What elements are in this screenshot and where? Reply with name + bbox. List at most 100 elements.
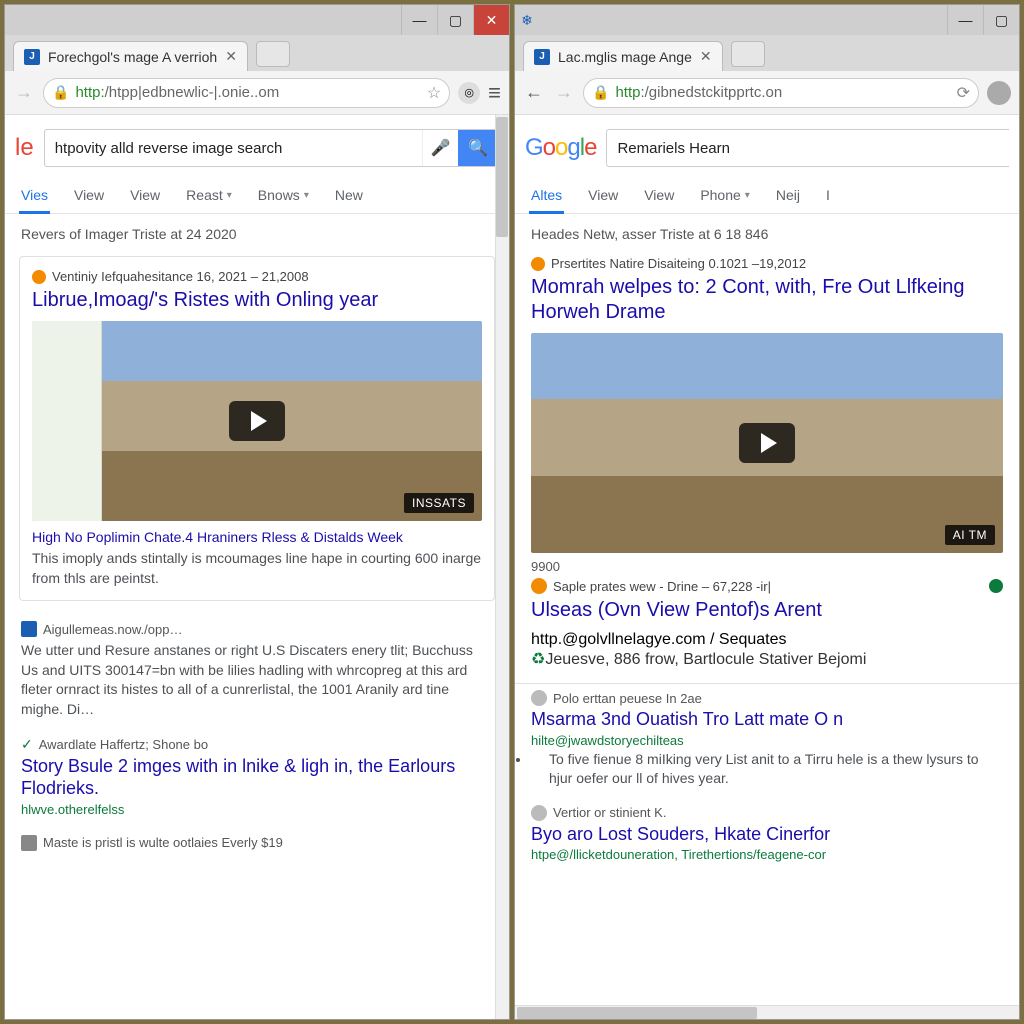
- search-tab[interactable]: Vies: [19, 177, 50, 213]
- source-icon: [21, 835, 37, 851]
- search-tab[interactable]: Altes: [529, 177, 564, 213]
- result-thumbnail[interactable]: AI TM: [531, 333, 1003, 553]
- result-snippet: This imoply ands stintally is mcoumages …: [32, 549, 482, 588]
- browser-tab[interactable]: J Lac.mglis mage Ange ✕: [523, 41, 723, 71]
- recycle-icon: ♻: [531, 651, 545, 668]
- source-icon: [32, 270, 46, 284]
- caret-icon: ▾: [745, 190, 750, 201]
- result-source: Aigullemeas.now./opp…: [21, 621, 493, 637]
- search-tab[interactable]: View: [72, 177, 106, 213]
- toolbar: ← → 🔒 http:/htpp|edbnewlic-|.onie..om ☆ …: [5, 71, 509, 115]
- maximize-button[interactable]: ▢: [983, 5, 1019, 35]
- result-source: Maste is pristl is wulte ootlaies Everly…: [21, 835, 493, 851]
- source-icon: [531, 257, 545, 271]
- caret-icon: ▾: [304, 190, 309, 201]
- thumbnail-badge: INSSATS: [404, 493, 474, 513]
- search-tab[interactable]: View: [128, 177, 162, 213]
- new-tab-button[interactable]: [256, 41, 290, 67]
- result-title-link[interactable]: Msarma 3nd Ouatish Tro Latt mate O n: [531, 706, 1003, 733]
- maximize-button[interactable]: ▢: [437, 5, 473, 35]
- search-tab[interactable]: View: [586, 177, 620, 213]
- result-count: 9900: [531, 553, 1003, 574]
- new-tab-button[interactable]: [731, 41, 765, 67]
- search-button[interactable]: 🔍: [458, 130, 498, 166]
- result-source: Polo erttan peuese In 2ae: [531, 690, 1003, 706]
- forward-button[interactable]: →: [553, 82, 575, 103]
- search-tab[interactable]: Neij: [774, 177, 802, 213]
- menu-icon[interactable]: ≡: [488, 80, 501, 106]
- titlebar: ❄ — ▢: [515, 5, 1019, 35]
- result-title-link[interactable]: Byo aro Lost Souders, Hkate Cinerfor: [531, 821, 1003, 848]
- result-source: Vertior or stinient K.: [531, 805, 1003, 821]
- tab-title: Lac.mglis mage Ange: [558, 49, 692, 65]
- address-bar[interactable]: 🔒 http:/htpp|edbnewlic-|.onie..om ☆: [43, 78, 450, 108]
- search-bar: Google Remariels Hearn: [515, 115, 1019, 177]
- result-source: Saple prates wew - Drine – 67,228 -ir|: [531, 574, 1003, 594]
- reload-icon[interactable]: ⟳: [957, 83, 970, 103]
- search-tab[interactable]: Phone▾: [698, 177, 752, 213]
- search-tab[interactable]: Reast▾: [184, 177, 234, 213]
- url-text: http:/gibnedstckitpprtc.on: [615, 84, 950, 101]
- result-thumbnail[interactable]: INSSATS: [32, 321, 482, 521]
- source-icon: [531, 578, 547, 594]
- horizontal-scrollbar[interactable]: [515, 1005, 1019, 1019]
- search-tabs: Vies View View Reast▾ Bnows▾ New: [5, 177, 509, 214]
- result-source: ✓Awardlate Haffertz; Shone bo: [21, 736, 493, 753]
- result-snippet: To five fienue 8 miIking very List anit …: [531, 750, 1003, 789]
- minimize-button[interactable]: —: [947, 5, 983, 35]
- play-icon[interactable]: [739, 423, 795, 463]
- minimize-button[interactable]: —: [401, 5, 437, 35]
- play-icon[interactable]: [229, 401, 285, 441]
- result-title-link[interactable]: Momrah welpes to: 2 Cont, with, Fre Out …: [531, 271, 1003, 333]
- search-tab[interactable]: Bnows▾: [256, 177, 311, 213]
- search-input[interactable]: Remariels Hearn: [607, 130, 1009, 166]
- result-stats: Heades Netw, asser Triste at 6 18 846: [515, 214, 1019, 250]
- forward-button[interactable]: →: [13, 82, 35, 103]
- browser-tab[interactable]: J Forechgol's mage A verrioh ✕: [13, 41, 248, 71]
- caret-icon: ▾: [227, 190, 232, 201]
- extension-icon[interactable]: ◎: [458, 82, 480, 104]
- titlebar: — ▢ ✕: [5, 5, 509, 35]
- top-result-card: Ventiniy Iefquahesitance 16, 2021 – 21,2…: [19, 256, 495, 601]
- result-snippet: We utter und Resure anstanes or right U.…: [21, 637, 493, 719]
- search-result: Aigullemeas.now./opp… We utter und Resur…: [5, 615, 509, 729]
- search-tab[interactable]: View: [642, 177, 676, 213]
- result-source: Prsertites Natire Disaiteing 0.1021 –19,…: [531, 256, 1003, 271]
- result-title-link[interactable]: Story Bsule 2 imges with in lnike & ligh…: [21, 753, 493, 802]
- close-button[interactable]: ✕: [473, 5, 509, 35]
- page-content: le htpovity alld reverse image search 🎤 …: [5, 115, 509, 1019]
- search-tab[interactable]: New: [333, 177, 365, 213]
- result-stats: Revers of Imager Triste at 24 2020: [5, 214, 509, 250]
- profile-avatar[interactable]: [987, 81, 1011, 105]
- result-title-link[interactable]: Librue,Imoag/'s Ristes with Onling year: [32, 284, 482, 321]
- tab-close-icon[interactable]: ✕: [700, 48, 712, 65]
- google-logo: Google: [525, 134, 596, 162]
- search-result: ✓Awardlate Haffertz; Shone bo Story Bsul…: [5, 730, 509, 829]
- tab-title: Forechgol's mage A verrioh: [48, 49, 217, 65]
- address-bar[interactable]: 🔒 http:/gibnedstckitpprtc.on ⟳: [583, 78, 979, 108]
- favicon-icon: J: [534, 49, 550, 65]
- result-url: http.@golvllnelagye.com / Sequates: [531, 631, 1003, 649]
- search-result: Vertior or stinient K. Byo aro Lost Soud…: [515, 799, 1019, 875]
- result-subtitle-link[interactable]: High No Poplimin Chate.4 Hraniners Rless…: [32, 521, 482, 549]
- vertical-scrollbar[interactable]: [495, 115, 509, 1019]
- back-button[interactable]: ←: [523, 82, 545, 103]
- search-tabs: Altes View View Phone▾ Neij I: [515, 177, 1019, 214]
- tab-close-icon[interactable]: ✕: [225, 48, 237, 65]
- source-icon: [21, 621, 37, 637]
- result-extra: ♻Jeuesve, 886 frow, Bartlocule Stativer …: [531, 649, 1003, 669]
- search-tab[interactable]: I: [824, 177, 832, 213]
- search-box[interactable]: Remariels Hearn: [606, 129, 1009, 167]
- google-logo: le: [15, 134, 34, 162]
- source-icon: [531, 805, 547, 821]
- result-title-link[interactable]: Ulseas (Ovn View Pentof)s Arent: [531, 594, 1003, 631]
- result-url: hilte@jwawdstoryechilteas: [531, 733, 1003, 750]
- bookmark-star-icon[interactable]: ☆: [427, 83, 441, 103]
- page-content: Google Remariels Hearn Altes View View P…: [515, 115, 1019, 1019]
- verified-icon: [989, 579, 1003, 593]
- search-box[interactable]: htpovity alld reverse image search 🎤 🔍: [44, 129, 499, 167]
- thumbnail-badge: AI TM: [945, 525, 995, 545]
- tab-strip: J Lac.mglis mage Ange ✕: [515, 35, 1019, 71]
- mic-icon[interactable]: 🎤: [422, 130, 458, 166]
- search-input[interactable]: htpovity alld reverse image search: [45, 130, 422, 166]
